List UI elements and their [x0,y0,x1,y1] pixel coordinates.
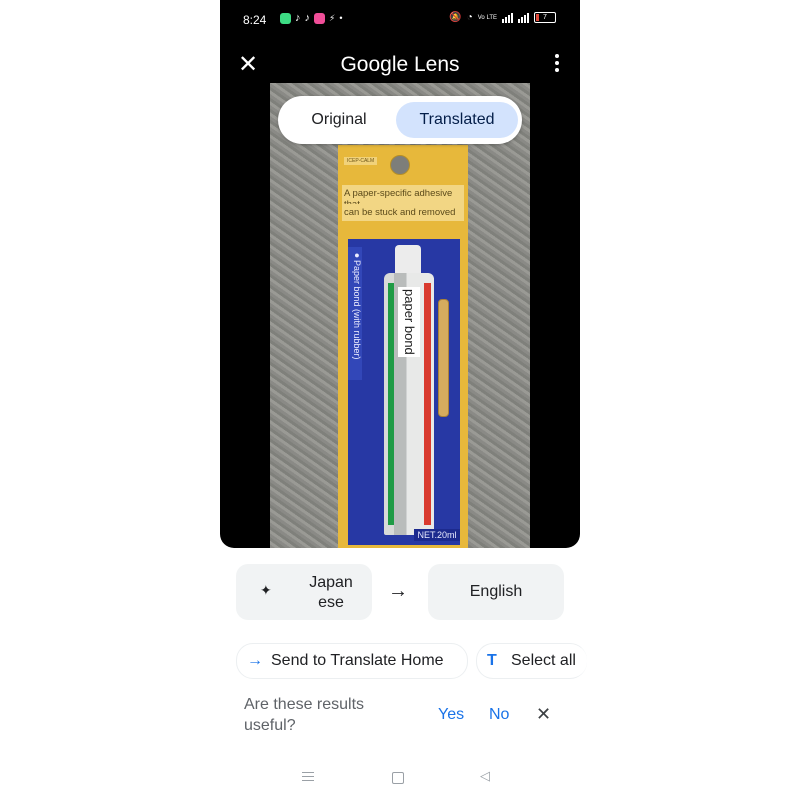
view-toggle: Original Translated [278,96,522,144]
page-title: Google Lens [340,53,460,76]
app-notification-icon [314,12,325,24]
status-time: 8:24 [243,13,267,27]
tab-original[interactable]: Original [284,102,394,138]
sparkle-icon: ✦ [260,582,272,598]
feedback-no-button[interactable]: No [489,706,509,724]
tiktok-icon: ♪ [304,12,311,24]
blister-pack: ●Paper bond (with rubber) paper bond NET… [348,239,460,545]
arrow-right-icon: → [247,652,263,669]
tiktok-icon: ♪ [295,12,301,24]
select-all-label: Select all [511,652,576,669]
mute-icon: 🔕 [449,12,462,23]
glue-tube: paper bond [384,273,434,535]
back-icon[interactable]: ◁ [480,768,490,784]
close-icon[interactable]: ✕ [536,704,551,725]
net-volume-label[interactable]: NET.20ml [414,529,460,541]
tube-cap [395,245,421,275]
send-to-translate-home-button[interactable]: → Send to Translate Home [236,643,468,679]
signal-icon [502,12,513,23]
feedback-yes-button[interactable]: Yes [438,706,464,724]
bolt-icon: ⚡ [329,12,336,23]
spatula [438,299,449,417]
translated-tube-label[interactable]: paper bond [398,287,420,357]
notification-icons: ♪ ♪ ⚡ • [280,12,342,24]
text-icon: T [487,652,497,669]
wifi-icon: ◔ [466,12,473,23]
network-label: Vo LTE [477,14,497,21]
product-card: ICEP-CALM A paper-specific adhesive that… [338,145,468,548]
battery-icon: 7 [534,12,556,23]
translated-photo[interactable]: ICEP-CALM A paper-specific adhesive that… [270,83,530,548]
translated-text-line[interactable]: can be stuck and removed [342,204,464,221]
card-tag: ICEP-CALM [344,157,378,165]
more-vert-icon[interactable] [554,54,560,72]
lens-viewport: 8:24 ♪ ♪ ⚡ • 🔕 ◔ Vo LTE 7 ✕ Google Lens … [220,0,580,548]
status-bar: 8:24 ♪ ♪ ⚡ • 🔕 ◔ Vo LTE 7 [220,0,580,40]
system-nav-bar: ◁ [220,762,580,792]
tab-translated[interactable]: Translated [396,102,518,138]
recents-icon[interactable] [302,772,314,784]
hang-hole [390,155,410,175]
app-notification-icon [280,12,291,24]
send-label: Send to Translate Home [271,652,444,669]
app-bar: ✕ Google Lens [220,44,580,88]
feedback-question: Are these results useful? [244,696,365,734]
arrow-right-icon: → [388,580,408,602]
source-language-label: Japanese [309,574,353,611]
dot-icon: • [339,13,343,23]
home-icon[interactable] [392,772,404,784]
system-icons: 🔕 ◔ Vo LTE 7 [449,12,556,23]
translated-side-label[interactable]: ●Paper bond (with rubber) [348,247,362,380]
select-all-button[interactable]: T Select all [476,643,587,679]
signal-icon [518,12,529,23]
target-language-button[interactable]: English [428,564,564,620]
source-language-button[interactable]: ✦ Japanese [236,564,372,620]
